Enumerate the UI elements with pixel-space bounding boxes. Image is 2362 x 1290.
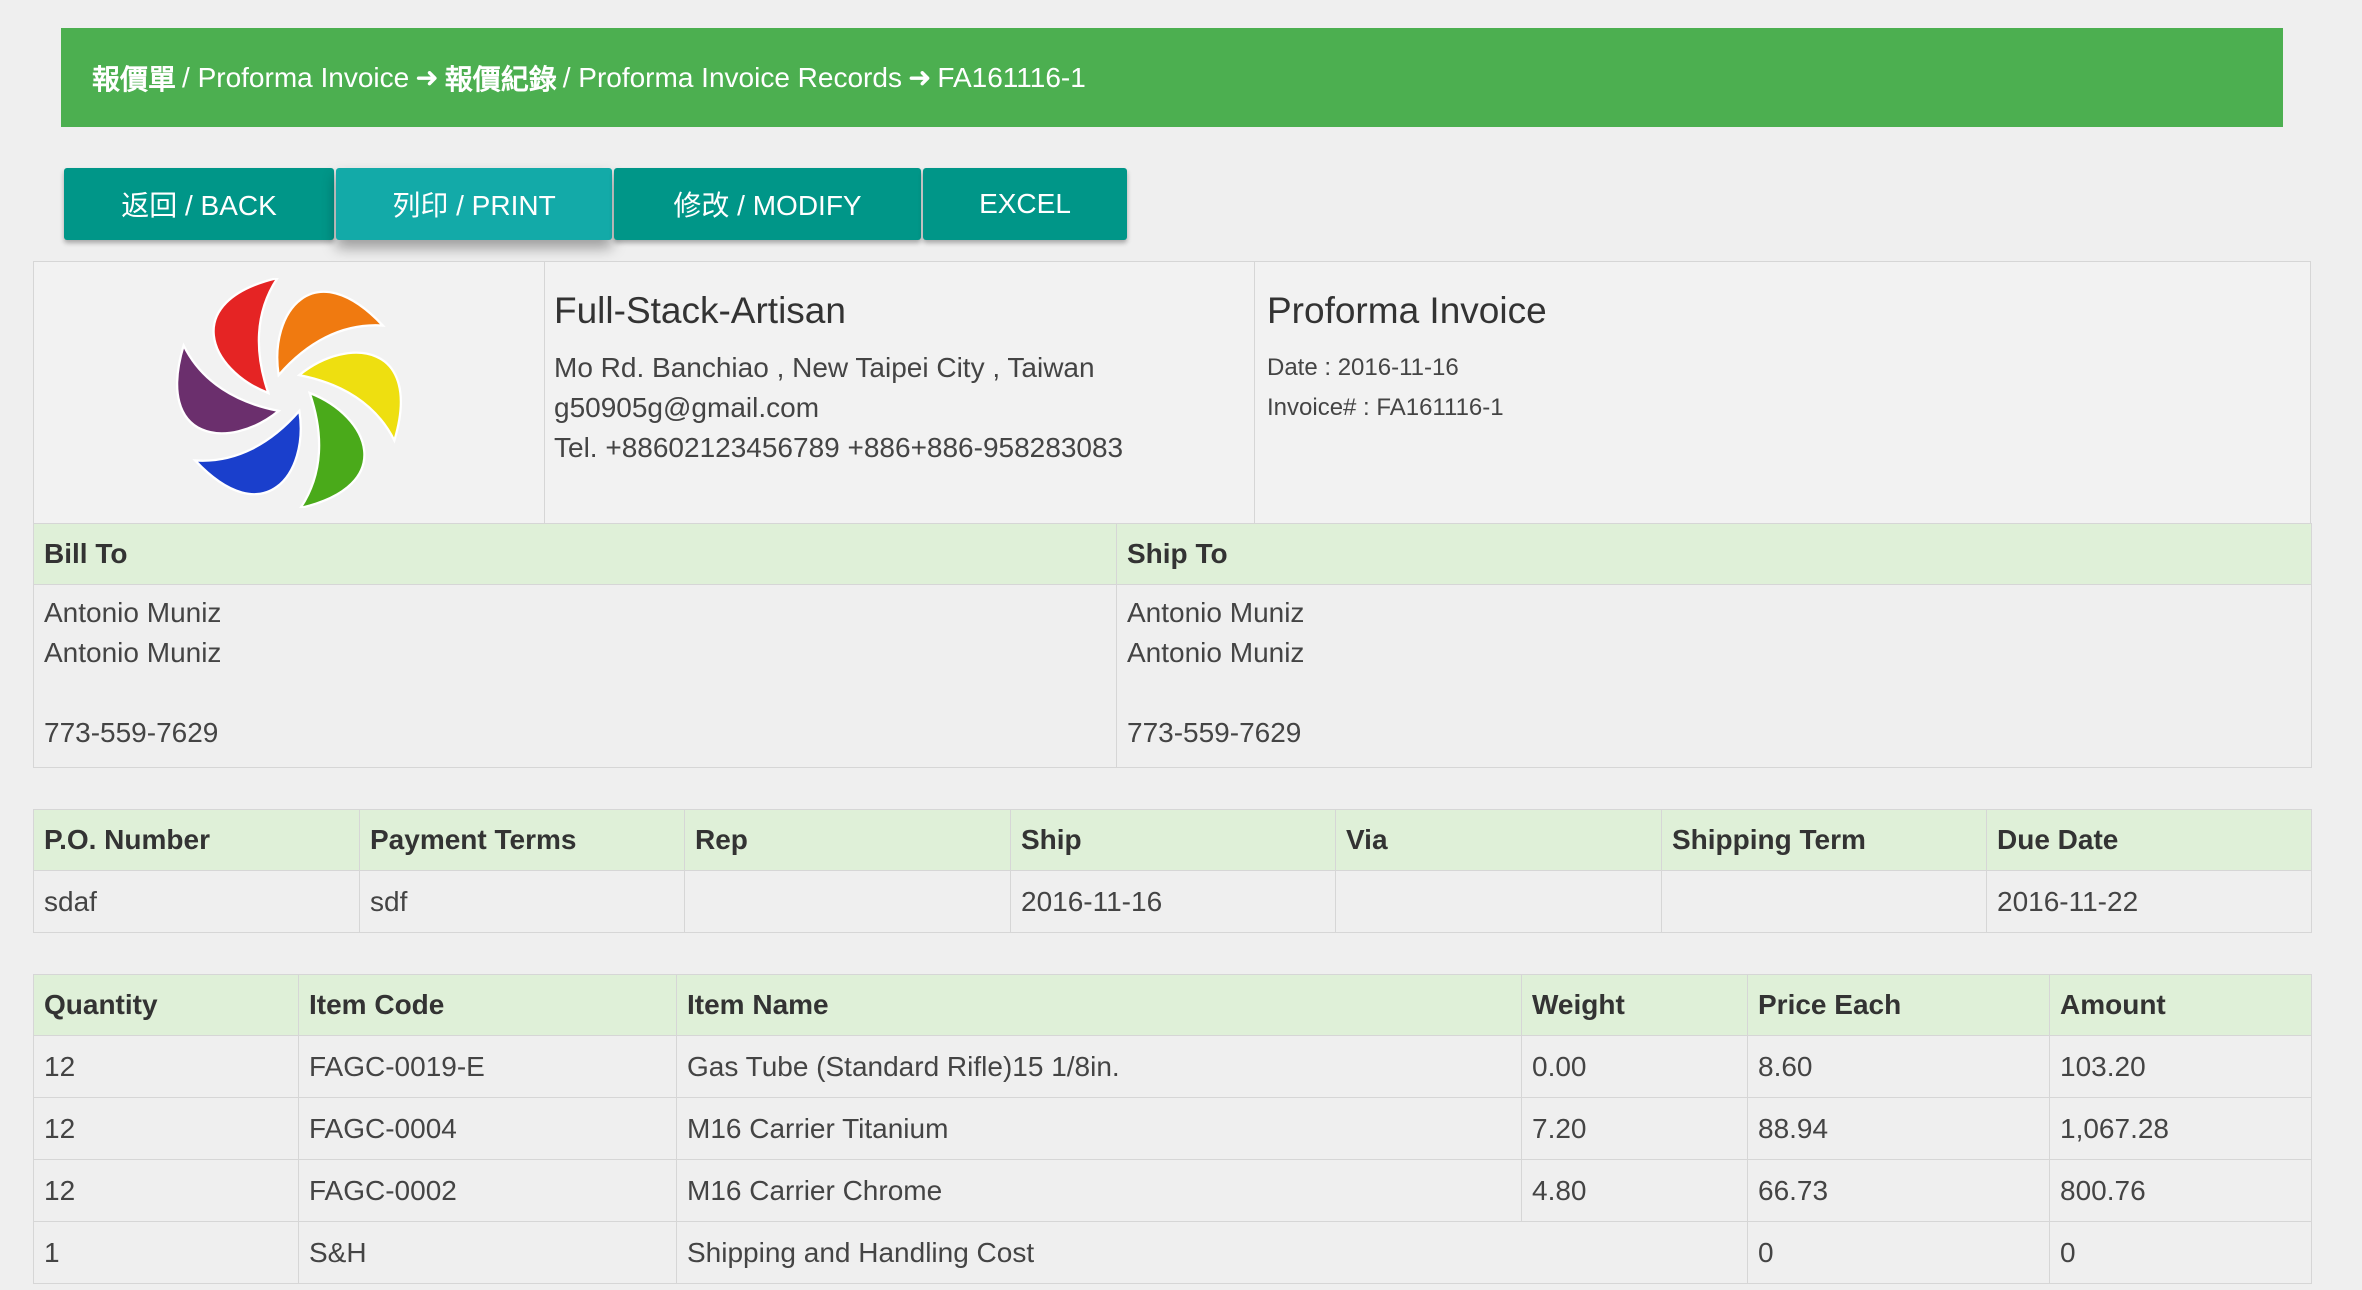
divider <box>1254 262 1255 523</box>
item-code-cell: FAGC-0004 <box>298 1097 677 1160</box>
company-address: Mo Rd. Banchiao , New Taipei City , Taiw… <box>554 352 1095 383</box>
back-button[interactable]: 返回 / BACK <box>64 168 334 240</box>
ship-to-contact: Antonio Muniz <box>1127 637 1305 668</box>
logo-cell <box>34 262 545 523</box>
ship-value: 2016-11-16 <box>1010 870 1336 933</box>
breadcrumb-proforma-en[interactable]: / Proforma Invoice <box>182 62 409 94</box>
items-table: Quantity Item Code Item Name Weight Pric… <box>33 974 2312 1284</box>
invoice-number: Invoice# : FA161116-1 <box>1267 394 1504 421</box>
logo-petal <box>297 390 366 508</box>
weight-cell: 7.20 <box>1521 1097 1748 1160</box>
weight-cell: 4.80 <box>1521 1159 1748 1222</box>
rainbow-swirl-logo-icon <box>176 277 402 508</box>
item-code-cell: FAGC-0002 <box>298 1159 677 1222</box>
amount-cell: 800.76 <box>2049 1159 2312 1222</box>
price-each-cell: 88.94 <box>1747 1097 2050 1160</box>
price-each-header: Price Each <box>1747 974 2050 1036</box>
weight-cell: 0.00 <box>1521 1035 1748 1098</box>
item-name-cell: M16 Carrier Chrome <box>676 1159 1522 1222</box>
amount-cell: 103.20 <box>2049 1035 2312 1098</box>
bill-to-cell: Antonio Muniz Antonio Muniz 773-559-7629 <box>33 584 1117 768</box>
company-name: Full-Stack-Artisan <box>554 290 846 331</box>
order-info-table: P.O. Number Payment Terms Rep Ship Via S… <box>33 809 2312 933</box>
quantity-cell: 12 <box>33 1035 299 1098</box>
payment-terms-value: sdf <box>359 870 685 933</box>
table-row: 12 FAGC-0002 M16 Carrier Chrome 4.80 66.… <box>33 1159 2312 1222</box>
weight-header: Weight <box>1521 974 1748 1036</box>
rep-header: Rep <box>684 809 1011 871</box>
item-name-cell: M16 Carrier Titanium <box>676 1097 1522 1160</box>
bill-to-contact: Antonio Muniz <box>44 637 222 668</box>
via-value <box>1335 870 1662 933</box>
quantity-header: Quantity <box>33 974 299 1036</box>
breadcrumb: 報價單 / Proforma Invoice ➜ 報價紀錄 / Proforma… <box>61 28 2283 127</box>
address-table: Bill To Ship To Antonio Muniz Antonio Mu… <box>33 523 2312 768</box>
print-button[interactable]: 列印 / PRINT <box>336 168 612 240</box>
bill-to-header: Bill To <box>33 523 1117 585</box>
quantity-cell: 1 <box>33 1221 299 1284</box>
rep-value <box>684 870 1011 933</box>
ship-to-phone: 773-559-7629 <box>1127 717 1302 748</box>
arrow-right-icon: ➜ <box>907 62 932 93</box>
company-email: g50905g@gmail.com <box>554 392 820 423</box>
bill-to-name: Antonio Muniz <box>44 597 222 628</box>
via-header: Via <box>1335 809 1662 871</box>
company-info: Full-Stack-Artisan Mo Rd. Banchiao , New… <box>554 290 1254 468</box>
modify-button[interactable]: 修改 / MODIFY <box>614 168 921 240</box>
item-code-header: Item Code <box>298 974 677 1036</box>
company-phone: Tel. +88602123456789 +886+886-958283083 <box>554 432 1124 463</box>
item-name-cell: Shipping and Handling Cost <box>676 1221 1748 1284</box>
price-each-cell: 8.60 <box>1747 1035 2050 1098</box>
due-date-header: Due Date <box>1986 809 2312 871</box>
breadcrumb-current-invoice: FA161116-1 <box>937 61 1086 93</box>
amount-cell: 0 <box>2049 1221 2312 1284</box>
ship-to-name: Antonio Muniz <box>1127 597 1305 628</box>
quantity-cell: 12 <box>33 1159 299 1222</box>
arrow-right-icon: ➜ <box>415 62 439 93</box>
amount-cell: 1,067.28 <box>2049 1097 2312 1160</box>
table-row: 1 S&H Shipping and Handling Cost 0 0 <box>33 1221 2312 1284</box>
item-code-cell: S&H <box>298 1221 677 1284</box>
invoice-title: Proforma Invoice <box>1267 290 1547 331</box>
bill-to-phone: 773-559-7629 <box>44 717 219 748</box>
logo-petal <box>212 277 281 395</box>
quantity-cell: 12 <box>33 1097 299 1160</box>
table-row: 12 FAGC-0004 M16 Carrier Titanium 7.20 8… <box>33 1097 2312 1160</box>
breadcrumb-records-en[interactable]: / Proforma Invoice Records <box>563 62 902 94</box>
item-name-header: Item Name <box>676 974 1522 1036</box>
breadcrumb-records-zh[interactable]: 報價紀錄 <box>445 58 557 98</box>
payment-terms-header: Payment Terms <box>359 809 685 871</box>
invoice-header: Full-Stack-Artisan Mo Rd. Banchiao , New… <box>33 261 2311 524</box>
ship-header: Ship <box>1010 809 1336 871</box>
item-code-cell: FAGC-0019-E <box>298 1035 677 1098</box>
due-date-value: 2016-11-22 <box>1986 870 2312 933</box>
po-number-value: sdaf <box>33 870 360 933</box>
table-row: 12 FAGC-0019-E Gas Tube (Standard Rifle)… <box>33 1035 2312 1098</box>
ship-to-cell: Antonio Muniz Antonio Muniz 773-559-7629 <box>1116 584 2312 768</box>
shipping-term-value <box>1661 870 1987 933</box>
price-each-cell: 0 <box>1747 1221 2050 1284</box>
price-each-cell: 66.73 <box>1747 1159 2050 1222</box>
po-number-header: P.O. Number <box>33 809 360 871</box>
invoice-date: Date : 2016-11-16 <box>1267 354 1459 381</box>
shipping-term-header: Shipping Term <box>1661 809 1987 871</box>
action-toolbar: 返回 / BACK 列印 / PRINT 修改 / MODIFY EXCEL <box>64 168 1129 240</box>
excel-button[interactable]: EXCEL <box>923 168 1127 240</box>
breadcrumb-proforma-zh[interactable]: 報價單 <box>92 58 176 98</box>
amount-header: Amount <box>2049 974 2312 1036</box>
item-name-cell: Gas Tube (Standard Rifle)15 1/8in. <box>676 1035 1522 1098</box>
ship-to-header: Ship To <box>1116 523 2312 585</box>
invoice-info: Proforma Invoice Date : 2016-11-16 Invoi… <box>1267 290 1547 428</box>
